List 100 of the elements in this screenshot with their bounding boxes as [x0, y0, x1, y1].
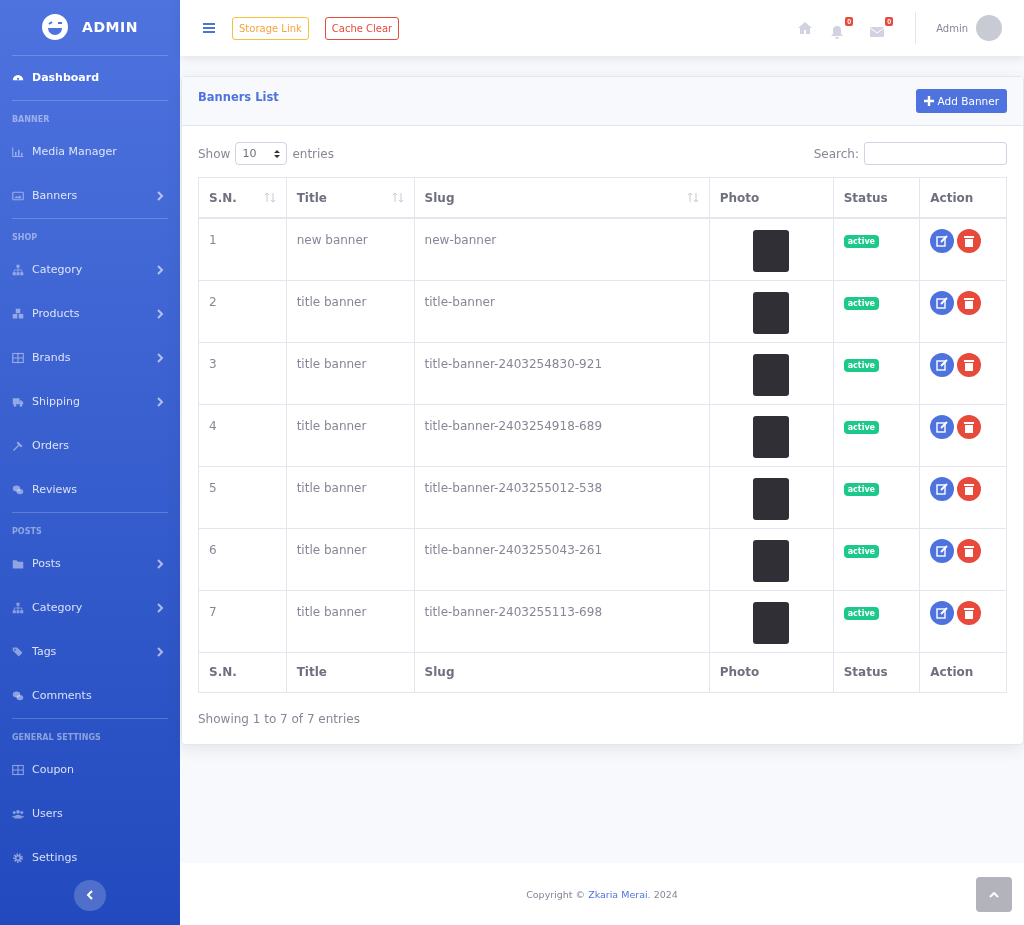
column-header: Action — [919, 177, 1007, 218]
image-icon — [12, 189, 24, 202]
column-header[interactable]: Slug — [414, 177, 710, 218]
table-cell: 2 — [198, 280, 287, 342]
table-cell: title banner — [286, 590, 415, 652]
copyright-text: Copyright © Zkaria Merai. 2024 — [526, 888, 678, 900]
sidebar-heading: GENERAL SETTINGS — [12, 731, 102, 744]
delete-button[interactable] — [957, 538, 982, 563]
table-cell: title banner — [286, 280, 415, 342]
column-footer: Action — [919, 652, 1007, 692]
sidebar-heading: BANNER — [12, 113, 51, 126]
column-footer: S.N. — [198, 652, 287, 692]
sidebar-item[interactable]: Media Manager — [12, 129, 168, 174]
delete-button[interactable] — [957, 290, 982, 315]
status-badge: active — [843, 606, 880, 620]
trash-icon — [964, 235, 975, 247]
sidebar-item[interactable]: Orders — [12, 423, 168, 468]
status-badge: active — [843, 358, 880, 372]
delete-button[interactable] — [957, 229, 982, 253]
comments-icon — [12, 483, 24, 496]
page-size-select[interactable]: 10 — [235, 142, 288, 165]
sidebar-item[interactable]: Posts — [12, 541, 168, 586]
edit-icon — [936, 296, 949, 309]
chevron-right-icon — [156, 558, 164, 569]
sidebar-item[interactable]: Shipping — [12, 379, 168, 424]
sitemap-icon — [12, 601, 24, 614]
sidebar-item[interactable]: Brands — [12, 335, 168, 380]
sidebar-item[interactable]: Settings — [12, 835, 168, 880]
search-field[interactable] — [864, 142, 1007, 165]
sitemap-icon — [12, 263, 24, 276]
table-icon — [12, 763, 24, 776]
chart-icon — [12, 145, 24, 158]
table-cell: 3 — [198, 342, 287, 404]
table-cell: title banner — [286, 528, 415, 590]
plus-icon — [923, 96, 934, 106]
chevron-right-icon — [156, 264, 164, 275]
edit-button[interactable] — [930, 352, 955, 377]
trash-icon — [964, 606, 975, 619]
table-cell: title-banner — [414, 280, 710, 342]
sidebar-item[interactable]: Dashboard — [12, 55, 168, 100]
photo-placeholder — [753, 601, 790, 644]
hammer-icon — [12, 439, 24, 452]
chevron-right-icon — [156, 190, 164, 201]
delete-button[interactable] — [957, 414, 982, 439]
sidebar-item[interactable]: Category — [12, 247, 168, 292]
chevron-up-icon — [989, 891, 999, 898]
sidebar-item[interactable]: Banners — [12, 173, 168, 218]
edit-button[interactable] — [930, 290, 955, 315]
photo-placeholder — [753, 291, 790, 334]
edit-button[interactable] — [930, 476, 955, 501]
gear-icon — [12, 851, 24, 864]
trash-icon — [964, 544, 975, 557]
users-icon — [12, 807, 24, 820]
folder-icon — [12, 557, 24, 570]
menu-button[interactable] — [202, 22, 216, 34]
grid-icon — [12, 351, 24, 364]
edit-button[interactable] — [930, 414, 955, 439]
chevron-right-icon — [156, 396, 164, 407]
edit-button[interactable] — [930, 538, 955, 563]
sidebar-item[interactable]: Products — [12, 291, 168, 336]
table-cell: 5 — [198, 466, 287, 528]
toolbar-button[interactable]: Cache Clear — [324, 16, 400, 40]
sidebar-item[interactable]: Tags — [12, 629, 168, 674]
table-cell: title-banner-2403254830-921 — [414, 342, 710, 404]
sidebar-item[interactable]: Reviews — [12, 467, 168, 512]
delete-button[interactable] — [957, 352, 982, 377]
sidebar-heading: POSTS — [12, 525, 43, 538]
search-label: Search: — [813, 146, 859, 161]
sidebar-toggle-button[interactable] — [74, 879, 106, 912]
trash-icon — [964, 420, 975, 433]
sidebar-item[interactable]: Users — [12, 791, 168, 836]
delete-button[interactable] — [957, 476, 982, 501]
sidebar-item[interactable]: Category — [12, 585, 168, 630]
user-name[interactable]: Admin — [936, 22, 968, 34]
edit-button[interactable] — [930, 229, 955, 253]
add-banner-button[interactable]: Add Banner — [915, 89, 1007, 113]
status-badge: active — [843, 420, 880, 434]
chevron-right-icon — [156, 352, 164, 363]
sidebar-item[interactable]: Coupon — [12, 747, 168, 792]
sort-caret-icon — [274, 148, 281, 159]
table-info: Showing 1 to 7 of 7 entries — [198, 711, 361, 726]
table-cell: 6 — [198, 528, 287, 590]
table-cell: 7 — [198, 590, 287, 652]
photo-placeholder — [753, 353, 790, 396]
column-header: Status — [833, 177, 920, 218]
edit-icon — [936, 606, 949, 619]
status-badge: active — [843, 296, 880, 310]
trash-icon — [964, 296, 975, 309]
column-header[interactable]: S.N. — [198, 177, 287, 218]
sidebar-item[interactable]: Comments — [12, 673, 168, 718]
table-cell: title banner — [286, 466, 415, 528]
delete-button[interactable] — [957, 600, 982, 625]
column-footer: Title — [286, 652, 415, 692]
table-cell: title-banner-2403254918-689 — [414, 404, 710, 466]
table-cell: 4 — [198, 404, 287, 466]
edit-button[interactable] — [930, 600, 955, 625]
table-cell: new banner — [286, 218, 415, 280]
column-header[interactable]: Title — [286, 177, 415, 218]
author-link[interactable]: Zkaria Merai — [588, 888, 648, 900]
chevron-left-icon — [86, 890, 94, 901]
